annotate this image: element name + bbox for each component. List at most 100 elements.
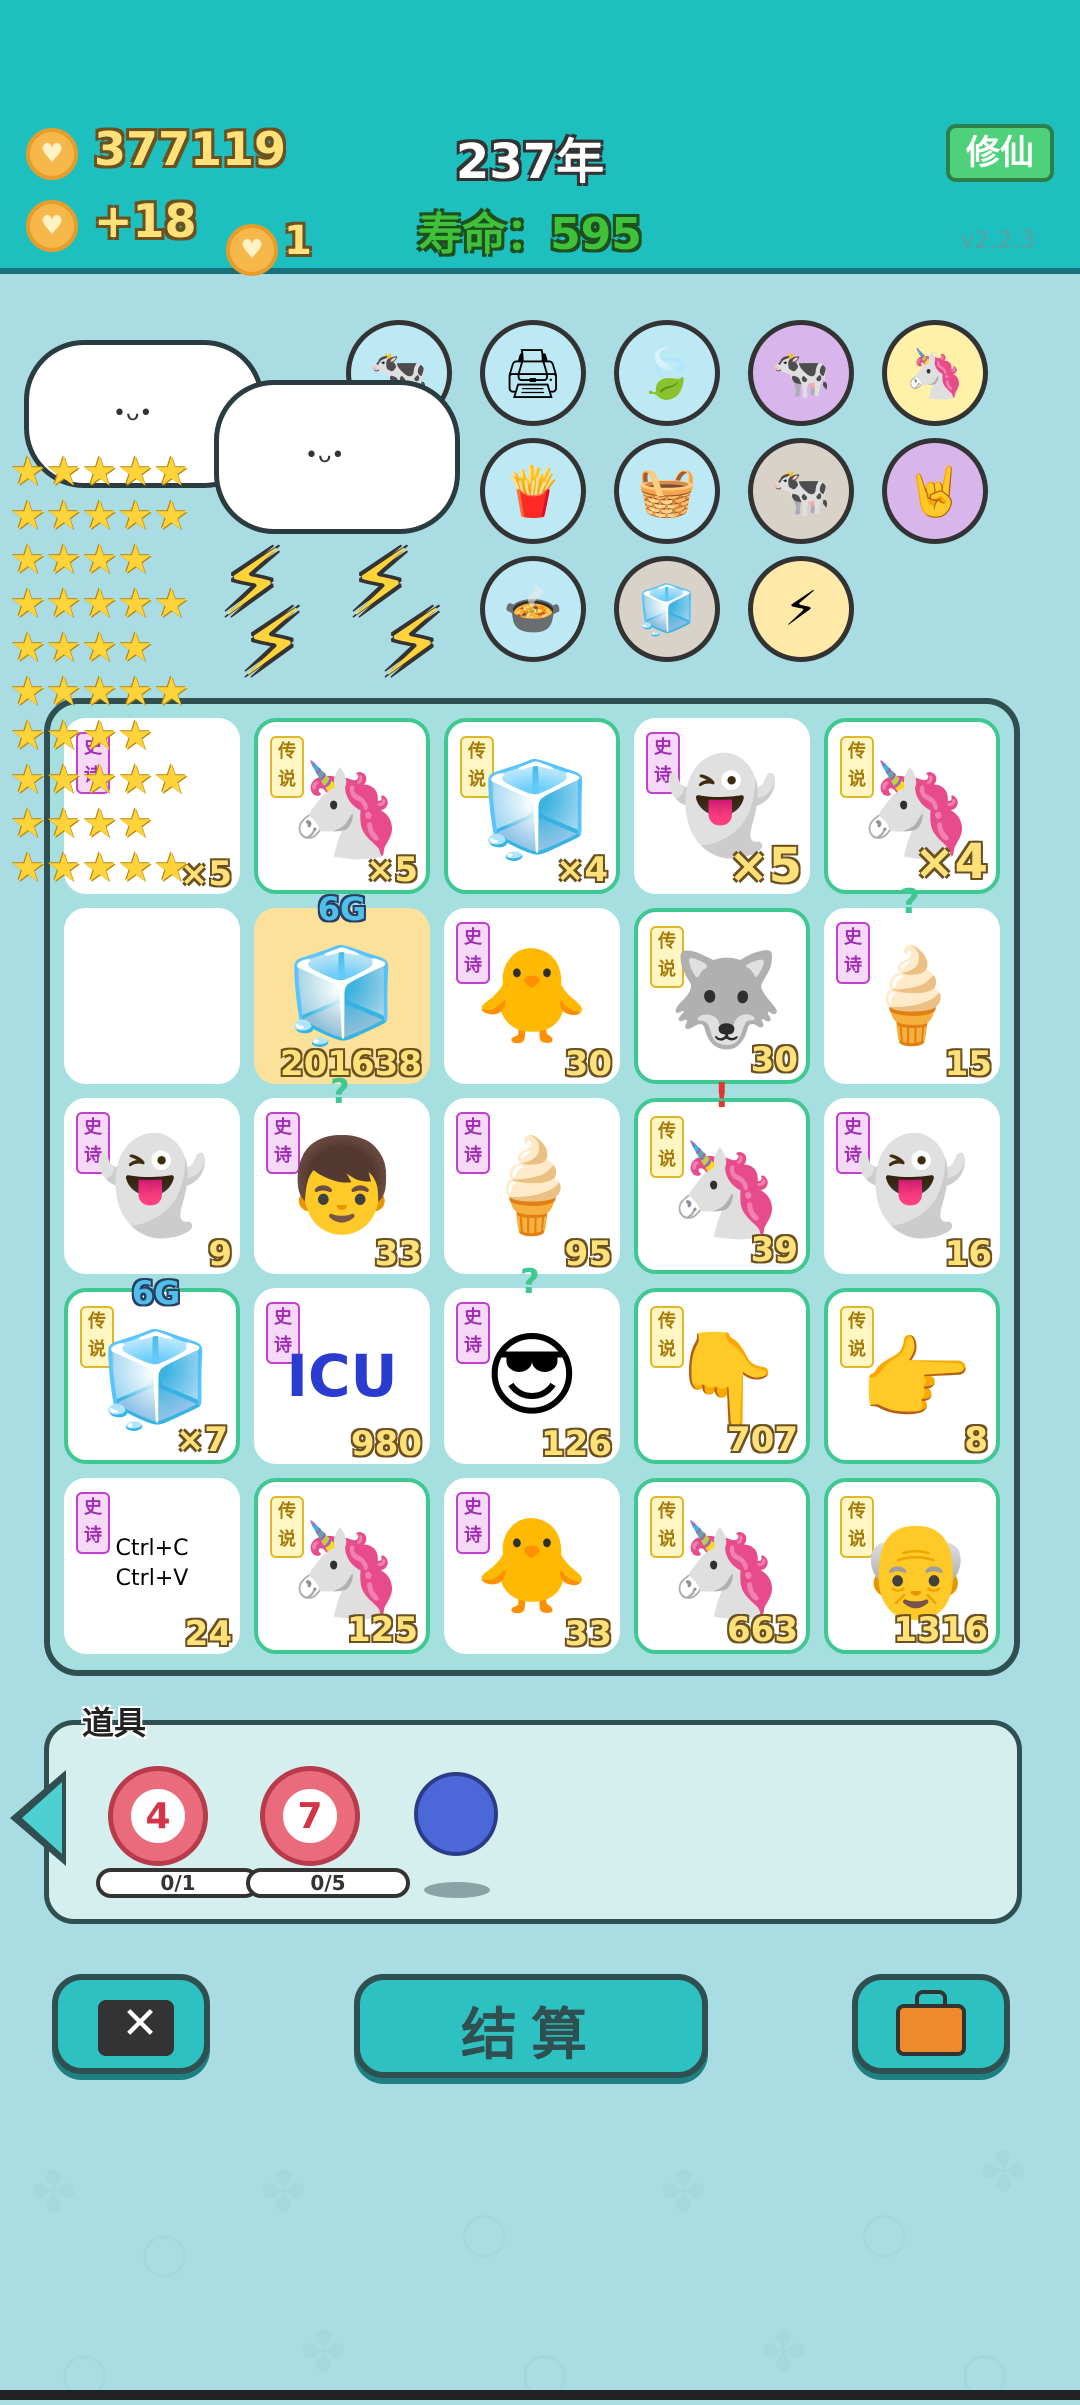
cell-value: ×4	[914, 834, 988, 890]
board-cell[interactable]: 史诗 🍦? 15	[824, 882, 1000, 1084]
symbol-rock-hand-icon: 🤘	[882, 438, 988, 544]
floating-coin-value: 1	[284, 218, 312, 264]
symbol-fries-icon: 🍟	[480, 438, 586, 544]
board-cell[interactable]: 🧊 6G 201638	[254, 890, 430, 1084]
star-burst-effect: ★★★★★ ★★★★★ ★★★★ ★★★★★ ★★★★ ★★★★★ ★★★★ ★★★★★ ★★★…	[10, 450, 190, 891]
cell-value: ×7	[175, 1420, 228, 1460]
symbol-leaf-icon: 🍃	[614, 320, 720, 426]
board-cell[interactable]: 传说 🦄 ×5	[254, 718, 430, 894]
board-cell[interactable]: 传说 🧊 6G ×7	[64, 1274, 240, 1464]
symbol-glyph: 👻	[94, 1132, 210, 1239]
cell-value: 707	[727, 1420, 798, 1460]
cell-value: 201638	[280, 1044, 422, 1084]
symbol-printer-icon: 🖨	[480, 320, 586, 426]
cell-value: 980	[351, 1424, 422, 1464]
symbol-glyph: 🍦	[854, 942, 970, 1049]
cell-value: 33	[374, 1234, 422, 1274]
board-cell[interactable]: 史诗 😎? 126	[444, 1262, 620, 1464]
board-cell[interactable]: 史诗 👦? 33	[254, 1072, 430, 1274]
cell-value: 16	[944, 1234, 992, 1274]
left-arrow-inner	[22, 1782, 62, 1854]
board-cell[interactable]: 史诗 👻 16	[824, 1098, 1000, 1274]
cell-value: 39	[750, 1230, 798, 1270]
target-count: 0/5	[246, 1868, 410, 1898]
income-value: +18	[94, 194, 197, 248]
cell-value: 125	[347, 1610, 418, 1650]
board-cell[interactable]: 传说 🦄 ×4	[824, 718, 1000, 894]
blueberry-shadow	[424, 1882, 490, 1898]
symbol-unicorn-icon: 🦄	[882, 320, 988, 426]
cell-value: 1316	[893, 1610, 988, 1650]
board-cell[interactable]: 传说 🦄 125	[254, 1478, 430, 1654]
six-g-badge: 6G	[131, 1274, 181, 1312]
board-cell[interactable]: 传说 👇 707	[634, 1288, 810, 1464]
board-cell[interactable]: 史诗 👻 ×5	[634, 718, 810, 894]
symbol-cooking-pot-icon: 🍲	[480, 556, 586, 662]
cell-value: 24	[184, 1614, 232, 1654]
coin-icon: ♥	[26, 128, 78, 180]
symbol-glyph: Ctrl+C Ctrl+V	[115, 1536, 189, 1591]
symbol-glyph: 🐥	[474, 1512, 590, 1619]
items-label: 道具	[82, 1704, 147, 1742]
target-number: 4	[127, 1785, 189, 1847]
top-bar-divider	[0, 268, 1080, 274]
cell-value: ×5	[365, 850, 418, 890]
cell-value: 126	[541, 1424, 612, 1464]
board-cell[interactable]: 史诗 🐥 30	[444, 908, 620, 1084]
symbol-cows-icon: 🐄	[748, 320, 854, 426]
blueberry-item[interactable]	[414, 1772, 498, 1856]
income-coin-icon: ♥	[26, 200, 78, 252]
target-item[interactable]: 7	[260, 1766, 360, 1866]
symbol-glyph: 😎	[484, 1322, 580, 1429]
symbol-cows-2-icon: 🐄	[748, 438, 854, 544]
symbol-glyph: ICU	[286, 1342, 398, 1410]
xiuxian-button[interactable]: 修仙	[946, 124, 1054, 182]
cell-value: 663	[727, 1610, 798, 1650]
six-g-badge: 6G	[317, 890, 367, 928]
cell-value: 30	[750, 1040, 798, 1080]
symbol-fruit-basket-icon: 🧺	[614, 438, 720, 544]
board-cell[interactable]: 传说 🦄 663	[634, 1478, 810, 1654]
settle-label: 结算	[461, 2003, 601, 2068]
symbol-glyph: 🍦	[474, 1132, 590, 1239]
board-cell[interactable]	[64, 908, 240, 1084]
coin-total: 377119	[94, 122, 287, 176]
question-mark-icon: ?	[330, 1072, 350, 1112]
target-count: 0/1	[96, 1868, 260, 1898]
board-cell[interactable]: 传说 👉 8	[824, 1288, 1000, 1464]
cell-value: 95	[564, 1234, 612, 1274]
symbol-sugar-cubes-icon: 🧊	[614, 556, 720, 662]
cell-value: ×4	[555, 850, 608, 890]
target-number: 7	[279, 1785, 341, 1847]
life-value: 595	[550, 209, 642, 260]
symbol-glyph: 🧊	[284, 942, 400, 1049]
lightning-bolt-icon: ⚡	[240, 590, 305, 697]
system-bar	[0, 2390, 1080, 2400]
lightning-bolt-icon: ⚡	[380, 590, 445, 697]
cell-value: 15	[944, 1044, 992, 1084]
board-cell[interactable]: 史诗 ICU 980	[254, 1288, 430, 1464]
life-label: 寿命：	[418, 209, 551, 260]
year-counter: 237年	[455, 134, 605, 190]
alert-mark-icon: !	[714, 1076, 730, 1116]
board-cell[interactable]: 传说 🐺 30	[634, 908, 810, 1084]
question-mark-icon: ?	[520, 1262, 540, 1302]
symbol-lightning-icon: ⚡	[748, 556, 854, 662]
symbol-glyph: 👻	[854, 1132, 970, 1239]
version-label: v2.2.3	[960, 226, 1036, 254]
board-cell[interactable]: 史诗 Ctrl+C Ctrl+V 24	[64, 1478, 240, 1654]
board-cell[interactable]: 传说 🧊 ×4	[444, 718, 620, 894]
cell-value: 33	[564, 1614, 612, 1654]
board-cell[interactable]: 史诗 🐥 33	[444, 1478, 620, 1654]
floating-coin-icon: ♥	[226, 224, 278, 276]
board-cell[interactable]: 传说 🦄! 39	[634, 1076, 810, 1274]
board-cell[interactable]: 史诗 🍦 95	[444, 1098, 620, 1274]
target-item[interactable]: 4	[108, 1766, 208, 1866]
cell-value: 9	[208, 1234, 232, 1274]
close-icon: ✕	[121, 1998, 159, 2049]
board-cell[interactable]: 传说 👴 1316	[824, 1478, 1000, 1654]
cell-value: ×5	[728, 838, 802, 894]
life-display: 寿命：595	[380, 198, 680, 262]
cell-value: 30	[564, 1044, 612, 1084]
board-cell[interactable]: 史诗 👻 9	[64, 1098, 240, 1274]
